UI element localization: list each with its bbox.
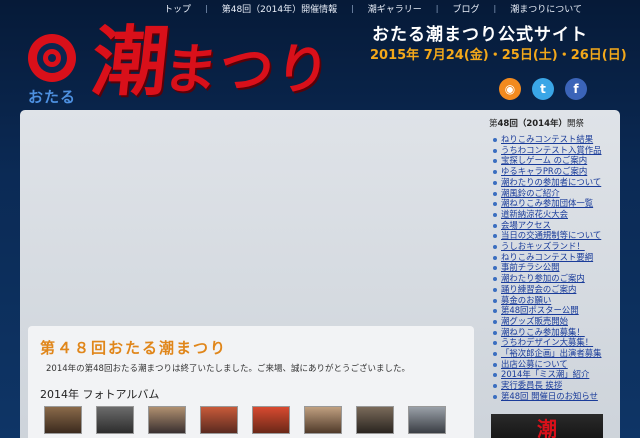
- logo-main-kanji: 潮: [87, 17, 170, 106]
- festival-dates: 2015年 7月24(金)・25日(土)・26日(日): [370, 48, 627, 63]
- sidebar-link[interactable]: 潮ねりこみ参加団体一覧: [492, 198, 602, 209]
- sidebar-link[interactable]: 潮グッズ販売開始: [492, 316, 602, 327]
- content-heading: 第４８回おたる潮まつり: [40, 339, 228, 357]
- sidebar-link[interactable]: うしおキッズランド！: [492, 241, 602, 252]
- sidebar-link[interactable]: 事前チラシ公開: [492, 262, 602, 273]
- sidebar-link[interactable]: ねりこみコンテスト結果: [492, 134, 602, 145]
- nav-item-blog[interactable]: ブログ: [439, 2, 494, 15]
- sidebar-link[interactable]: 潮わたり参加のご案内: [492, 273, 602, 284]
- site-title: おたる潮まつり公式サイト: [372, 25, 588, 45]
- sidebar-link[interactable]: 宝探しゲーム のご案内: [492, 155, 602, 166]
- photo-thumbnail[interactable]: [96, 406, 134, 434]
- sidebar-link[interactable]: 第48回 開催日のお知らせ: [492, 391, 602, 402]
- sidebar-link[interactable]: うちわデザイン大募集！: [492, 337, 602, 348]
- top-navigation: トップ | 第48回（2014年）開催情報 | 潮ギャラリー | ブログ | 潮…: [150, 0, 640, 16]
- sidebar-link[interactable]: 会場アクセス: [492, 220, 602, 231]
- sidebar-heading: 第48回（2014年）開祭: [489, 117, 584, 129]
- site-logo[interactable]: 潮まつり: [87, 16, 337, 115]
- nav-item-about[interactable]: 潮まつりについて: [496, 2, 596, 15]
- sidebar-heading-suffix: 開祭: [567, 119, 585, 129]
- sidebar-heading-edition: 48回（2014年）: [497, 119, 568, 129]
- sidebar-link[interactable]: 第48回ポスター公開: [492, 305, 602, 316]
- nav-item-gallery[interactable]: 潮ギャラリー: [354, 2, 436, 15]
- nav-item-top[interactable]: トップ: [150, 2, 205, 15]
- nav-item-event-info[interactable]: 第48回（2014年）開催情報: [208, 2, 351, 15]
- photo-album-title: 2014年 フォトアルバム: [40, 388, 160, 401]
- content-description: 2014年の第48回おたる潮まつりは終了いたしました。ご来場、誠にありがとうござ…: [46, 364, 410, 374]
- logo-kana: まつり: [160, 37, 335, 101]
- photo-thumbnail[interactable]: [44, 406, 82, 434]
- facebook-icon[interactable]: f: [565, 78, 587, 100]
- sidebar-link[interactable]: 実行委員長 挨拶: [492, 380, 602, 391]
- rss-icon[interactable]: ◉: [499, 78, 521, 100]
- sidebar-link[interactable]: 踊り練習会のご案内: [492, 284, 602, 295]
- logo-otaru-text[interactable]: おたる: [28, 86, 76, 107]
- sidebar-banner[interactable]: 潮: [491, 414, 603, 438]
- sidebar-link[interactable]: 潮わたりの参加者について: [492, 177, 602, 188]
- sidebar-link[interactable]: 2014年「ミス潮」紹介: [492, 369, 602, 380]
- photo-thumbnail[interactable]: [200, 406, 238, 434]
- sidebar-link[interactable]: うちわコンテスト入賞作品: [492, 145, 602, 156]
- photo-thumbnail[interactable]: [356, 406, 394, 434]
- sidebar-link[interactable]: 出店公募について: [492, 359, 602, 370]
- sidebar-link[interactable]: 募金のお願い: [492, 295, 602, 306]
- sidebar-link[interactable]: 潮風鈴のご紹介: [492, 188, 602, 199]
- logo-emblem-ring: [37, 43, 67, 73]
- photo-thumbnail[interactable]: [304, 406, 342, 434]
- sidebar-news-list: ねりこみコンテスト結果 うちわコンテスト入賞作品 宝探しゲーム のご案内 ゆるキ…: [492, 134, 602, 402]
- photo-thumbnail[interactable]: [252, 406, 290, 434]
- photo-thumbnail[interactable]: [148, 406, 186, 434]
- logo-emblem-core: [43, 49, 61, 67]
- twitter-icon[interactable]: t: [532, 78, 554, 100]
- logo-emblem-icon[interactable]: [28, 34, 76, 82]
- sidebar-link[interactable]: 道新納涼花火大会: [492, 209, 602, 220]
- sidebar-link[interactable]: 「裕次郎企画」出演者募集: [492, 348, 602, 359]
- sidebar-link[interactable]: 当日の交通規制等について: [492, 230, 602, 241]
- photo-thumbnail[interactable]: [408, 406, 446, 434]
- sidebar-link[interactable]: 潮ねりこみ参加募集！: [492, 327, 602, 338]
- sidebar-link[interactable]: ねりこみコンテスト要綱: [492, 252, 602, 263]
- sidebar-heading-prefix: 第: [489, 119, 498, 129]
- photo-album-thumbnails: [44, 406, 446, 434]
- sidebar-link[interactable]: ゆるキャラPRのご案内: [492, 166, 602, 177]
